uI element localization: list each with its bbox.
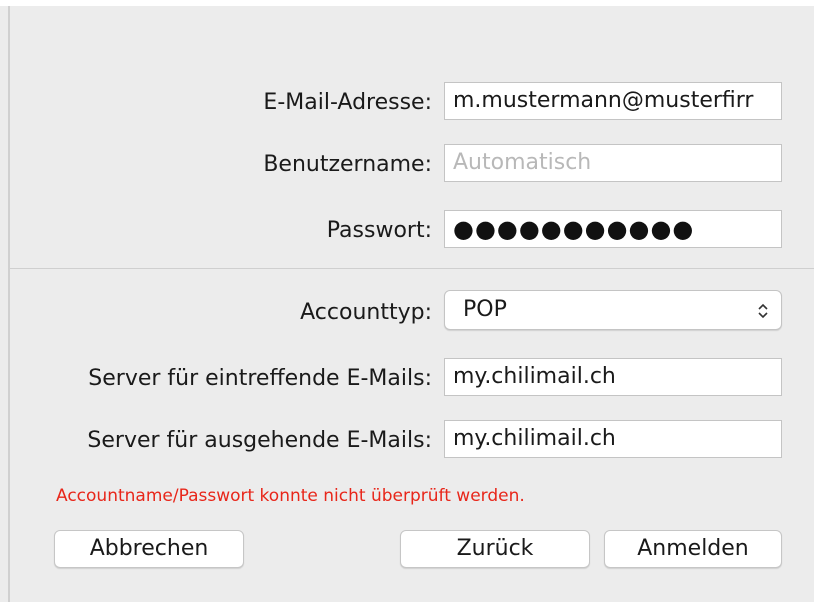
password-field[interactable]: ●●●●●●●●●●● [444, 210, 782, 248]
username-label: Benutzername: [263, 152, 432, 177]
sheet-top-edge [0, 0, 814, 6]
account-type-label: Accounttyp: [300, 300, 432, 325]
username-field[interactable]: Automatisch [444, 144, 782, 182]
email-label: E-Mail-Adresse: [263, 90, 432, 115]
outgoing-server-field[interactable]: my.chilimail.ch [444, 420, 782, 458]
error-message: Accountname/Passwort konnte nicht überpr… [56, 486, 525, 506]
account-type-select[interactable]: POP [444, 290, 782, 330]
password-label: Passwort: [326, 218, 432, 243]
email-field[interactable]: m.mustermann@musterfirr [444, 82, 782, 120]
sign-in-button[interactable]: Anmelden [604, 530, 782, 568]
section-divider [10, 268, 814, 269]
cancel-button[interactable]: Abbrechen [54, 530, 244, 568]
incoming-server-label: Server für eintreffende E-Mails: [88, 366, 432, 391]
account-type-value: POP [463, 297, 507, 322]
account-setup-sheet: E-Mail-Adresse: m.mustermann@musterfirr … [0, 0, 814, 602]
back-button[interactable]: Zurück [400, 530, 590, 568]
outgoing-server-label: Server für ausgehende E-Mails: [87, 428, 432, 453]
sheet-left-border [8, 6, 10, 602]
incoming-server-field[interactable]: my.chilimail.ch [444, 358, 782, 396]
chevron-up-down-icon [757, 291, 769, 329]
